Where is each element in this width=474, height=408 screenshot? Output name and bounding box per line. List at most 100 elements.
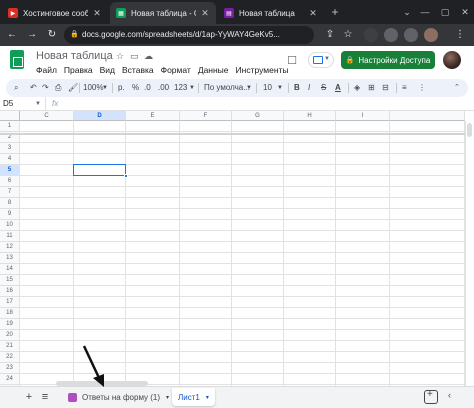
row-header[interactable]: 19 <box>0 319 20 330</box>
close-icon[interactable]: ✕ <box>92 8 102 19</box>
row-header[interactable]: 22 <box>0 352 20 363</box>
row-header[interactable]: 3 <box>0 143 20 154</box>
reload-button[interactable]: ↻ <box>44 27 60 43</box>
column-header[interactable]: E <box>126 111 180 121</box>
align-icon[interactable]: ≡ <box>402 79 407 97</box>
menu-file[interactable]: Файл <box>36 65 57 75</box>
vertical-scrollbar[interactable] <box>465 121 474 386</box>
browser-tab-sheet-active[interactable]: ▦ Новая таблица - Goo ✕ <box>110 2 216 24</box>
menu-tools[interactable]: Инструменты <box>236 65 289 75</box>
sheets-logo[interactable] <box>10 50 24 69</box>
strikethrough-button[interactable]: S <box>321 79 326 97</box>
row-header[interactable]: 6 <box>0 176 20 187</box>
row-header[interactable]: 4 <box>0 154 20 165</box>
collapse-side-panel-icon[interactable]: ‹ <box>448 390 451 400</box>
row-header[interactable]: 8 <box>0 198 20 209</box>
new-tab-button[interactable]: + <box>327 4 343 20</box>
column-header[interactable]: G <box>232 111 284 121</box>
explore-icon[interactable] <box>424 389 438 404</box>
row-header[interactable]: 21 <box>0 341 20 352</box>
currency-format-button[interactable]: р. <box>118 79 125 97</box>
star-icon[interactable]: ☆ <box>116 51 124 62</box>
column-header[interactable] <box>390 111 465 121</box>
font-select[interactable]: По умолча... <box>204 79 250 97</box>
extension-icon[interactable] <box>384 28 398 42</box>
comments-icon[interactable]: ☐ <box>284 53 300 69</box>
menu-view[interactable]: Вид <box>100 65 115 75</box>
present-button[interactable]: ▼ <box>308 52 334 68</box>
text-color-button[interactable]: A <box>335 79 341 97</box>
all-sheets-button[interactable]: ≡ <box>38 390 52 404</box>
back-button[interactable]: ← <box>4 27 20 43</box>
italic-button[interactable]: I <box>308 79 310 97</box>
undo-icon[interactable]: ↶ <box>30 79 37 97</box>
column-header[interactable]: D <box>74 111 126 121</box>
merge-cells-icon[interactable]: ⊟ <box>382 79 389 97</box>
search-menus-icon[interactable]: ⌕ <box>14 79 18 97</box>
fill-handle[interactable] <box>124 174 128 178</box>
profile-avatar[interactable] <box>424 28 438 42</box>
column-header[interactable]: I <box>336 111 390 121</box>
share-page-icon[interactable]: ⇪ <box>322 27 338 43</box>
row-header[interactable]: 20 <box>0 330 20 341</box>
menu-format[interactable]: Формат <box>161 65 191 75</box>
spreadsheet-grid[interactable]: C D E F G H I 1 2 3 4 5 6 7 8 9 10 11 12 13 14 15 16 17 18 19 20 21… <box>0 111 474 386</box>
sheet-tab-form-responses[interactable]: Ответы на форму (1) ▾ <box>62 388 175 406</box>
extensions-puzzle-icon[interactable] <box>404 28 418 42</box>
forward-button[interactable]: → <box>24 27 40 43</box>
share-button[interactable]: 🔒 Настройки Доступа <box>341 51 435 69</box>
collapse-toolbar-icon[interactable]: ⌃ <box>454 79 460 97</box>
font-size-select[interactable]: 10 <box>263 79 272 97</box>
row-header[interactable]: 12 <box>0 242 20 253</box>
row-header[interactable]: 14 <box>0 264 20 275</box>
sheet-tab-list1[interactable]: Лист1 ▾ <box>172 388 215 406</box>
address-bar[interactable]: 🔒 docs.google.com/spreadsheets/d/1ap-YyW… <box>64 26 314 44</box>
add-sheet-button[interactable]: + <box>22 390 36 404</box>
redo-icon[interactable]: ↷ <box>42 79 49 97</box>
extension-icon[interactable] <box>364 28 378 42</box>
selected-cell[interactable] <box>73 164 128 178</box>
print-icon[interactable]: ⎙ <box>55 79 61 97</box>
bookmark-star-icon[interactable]: ☆ <box>340 27 356 43</box>
row-header[interactable]: 16 <box>0 286 20 297</box>
row-header[interactable]: 9 <box>0 209 20 220</box>
browser-menu-icon[interactable]: ⋮ <box>452 27 468 43</box>
menu-insert[interactable]: Вставка <box>122 65 154 75</box>
zoom-select[interactable]: 100% <box>83 79 103 97</box>
row-header[interactable]: 1 <box>0 121 20 132</box>
row-header[interactable]: 18 <box>0 308 20 319</box>
row-header[interactable]: 24 <box>0 374 20 385</box>
column-header[interactable]: H <box>284 111 336 121</box>
paint-format-icon[interactable]: 🖌 <box>68 79 78 97</box>
vertical-scroll-thumb[interactable] <box>467 123 472 137</box>
document-title[interactable]: Новая таблица <box>36 50 113 62</box>
menu-edit[interactable]: Правка <box>64 65 93 75</box>
browser-tab-sheet-2[interactable]: ▤ Новая таблица ✕ <box>218 2 324 24</box>
move-folder-icon[interactable]: ▭ <box>130 51 139 62</box>
freeze-divider[interactable] <box>0 133 465 135</box>
menu-data[interactable]: Данные <box>198 65 229 75</box>
maximize-button[interactable]: ▢ <box>436 2 454 22</box>
bold-button[interactable]: B <box>294 79 300 97</box>
row-header[interactable]: 23 <box>0 363 20 374</box>
more-options-icon[interactable]: ⋮ <box>418 79 426 97</box>
column-header[interactable]: C <box>20 111 74 121</box>
account-avatar[interactable] <box>443 51 461 69</box>
row-header[interactable]: 7 <box>0 187 20 198</box>
row-header[interactable]: 15 <box>0 275 20 286</box>
row-header[interactable]: 5 <box>0 165 20 176</box>
row-header[interactable]: 17 <box>0 297 20 308</box>
name-box[interactable]: D5 ▼ <box>0 97 46 111</box>
select-all-corner[interactable] <box>0 111 23 121</box>
decrease-decimal-button[interactable]: .0 <box>144 79 151 97</box>
more-formats-button[interactable]: 123 <box>174 79 187 97</box>
row-header[interactable]: 11 <box>0 231 20 242</box>
minimize-button[interactable]: — <box>416 2 434 22</box>
window-close-button[interactable]: ✕ <box>456 2 474 22</box>
percent-format-button[interactable]: % <box>132 79 139 97</box>
row-header[interactable]: 10 <box>0 220 20 231</box>
borders-icon[interactable]: ⊞ <box>368 79 375 97</box>
tab-search-icon[interactable]: ⌄ <box>398 2 416 22</box>
fill-color-icon[interactable]: ◈ <box>354 79 360 97</box>
column-header[interactable]: F <box>180 111 232 121</box>
